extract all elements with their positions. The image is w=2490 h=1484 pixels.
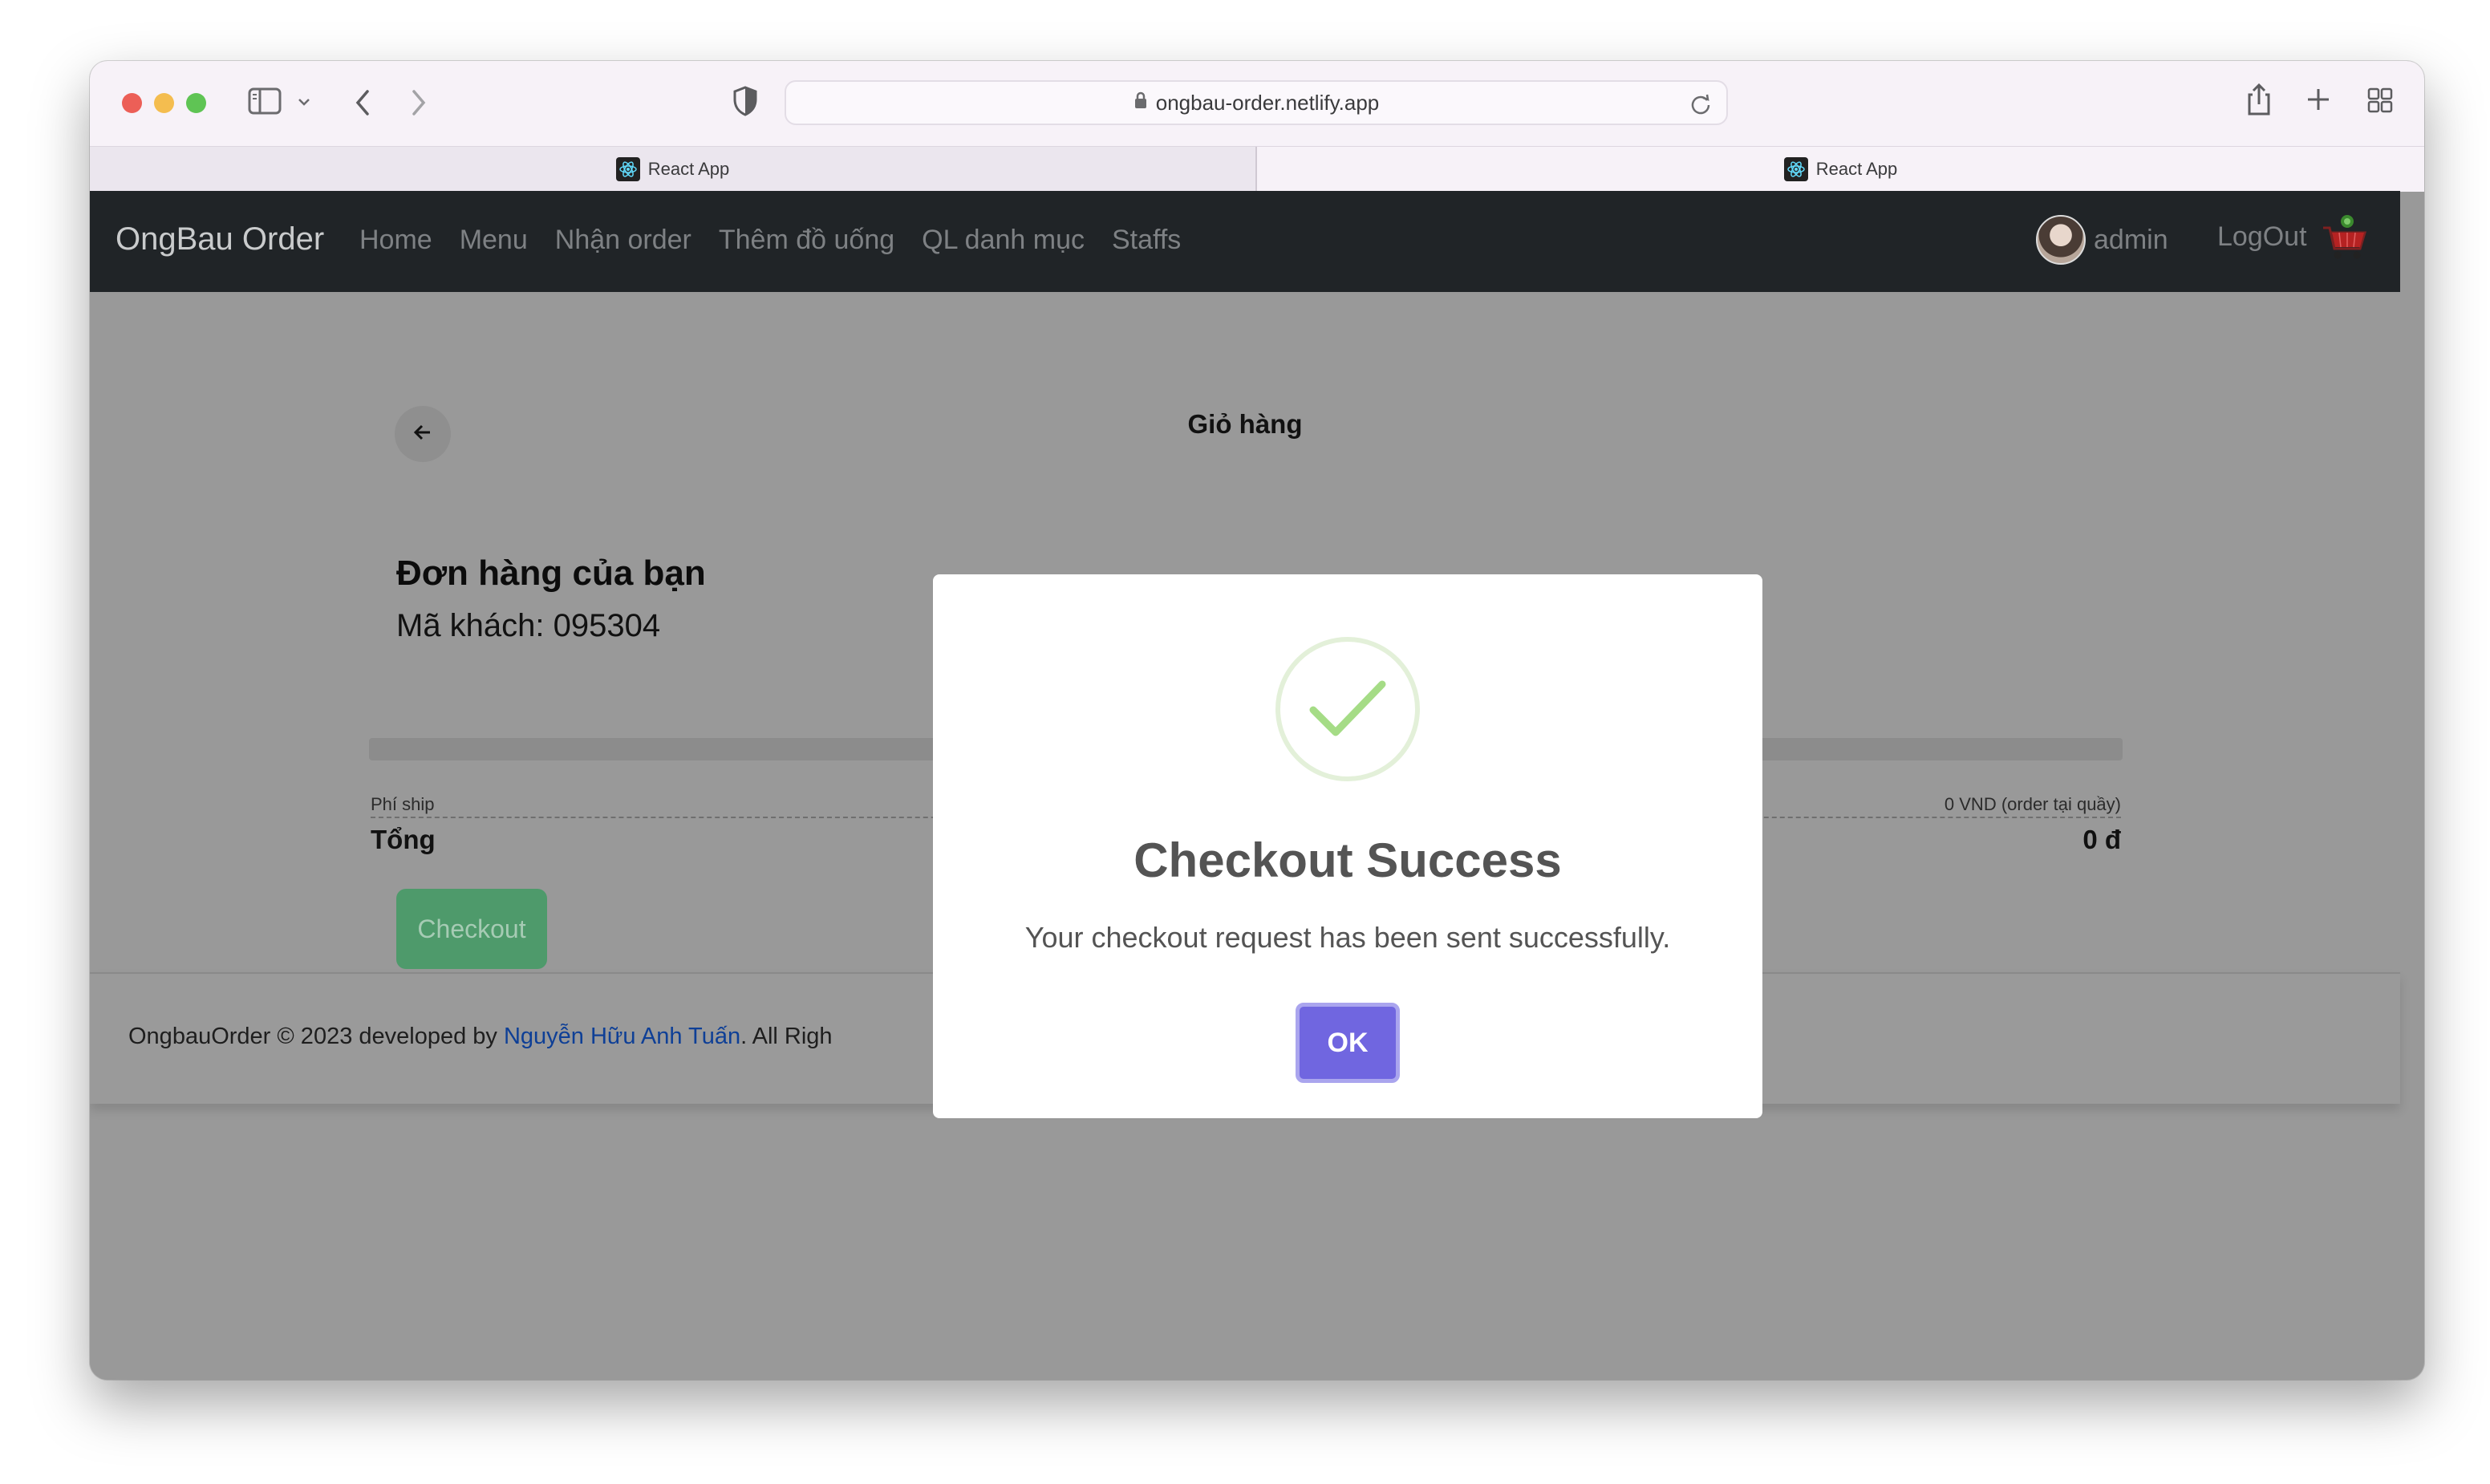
reload-icon[interactable] xyxy=(1689,91,1712,121)
nav-link-add-drink[interactable]: Thêm đồ uống xyxy=(719,225,894,256)
avatar xyxy=(2036,215,2086,265)
browser-window: ongbau-order.netlify.app React App React… xyxy=(90,61,2424,1380)
shipping-fee-value: 0 VND (order tại quầy) xyxy=(1944,794,2121,814)
shipping-fee-label: Phí ship xyxy=(371,794,435,814)
nav-link-menu[interactable]: Menu xyxy=(460,225,528,256)
checkout-button[interactable]: Checkout xyxy=(396,889,547,969)
tab-label: React App xyxy=(1815,159,1898,179)
react-logo-icon xyxy=(1783,157,1808,181)
tab-bar: React App React App xyxy=(90,146,2424,192)
logout-link[interactable]: LogOut xyxy=(2217,221,2307,253)
cart-title: Giỏ hàng xyxy=(1187,409,1303,439)
sidebar-toggle-icon[interactable] xyxy=(247,87,282,116)
total-label: Tổng xyxy=(371,825,436,854)
order-title: Đơn hàng của bạn xyxy=(396,553,706,593)
footer-text: OngbauOrder © 2023 developed by Nguyễn H… xyxy=(128,1024,833,1050)
username: admin xyxy=(2094,224,2168,255)
app-navbar: OngBau Order Home Menu Nhận order Thêm đ… xyxy=(90,191,2400,292)
user-menu[interactable]: admin xyxy=(2036,215,2168,265)
back-navigation-icon[interactable] xyxy=(351,87,374,119)
nav-links: Home Menu Nhận order Thêm đồ uống QL dan… xyxy=(359,225,1181,256)
minimize-window-button[interactable] xyxy=(154,93,174,113)
tab-react-app-1[interactable]: React App xyxy=(90,147,1257,192)
address-bar[interactable]: ongbau-order.netlify.app xyxy=(785,80,1728,125)
brand-link[interactable]: OngBau Order xyxy=(116,221,324,257)
privacy-shield-icon[interactable] xyxy=(732,85,759,117)
chevron-down-icon[interactable] xyxy=(297,96,311,107)
close-window-button[interactable] xyxy=(122,93,142,113)
footer-prefix: OngbauOrder © 2023 developed by xyxy=(128,1024,504,1049)
tab-label: React App xyxy=(647,159,730,179)
url-text: ongbau-order.netlify.app xyxy=(1155,90,1380,115)
nav-link-receive-order[interactable]: Nhận order xyxy=(555,225,691,256)
tab-overview-icon[interactable] xyxy=(2366,87,2394,114)
ok-button[interactable]: OK xyxy=(1296,1003,1400,1083)
dialog-title: Checkout Success xyxy=(1133,833,1562,887)
footer-suffix: . All Righ xyxy=(740,1024,833,1049)
nav-link-staffs[interactable]: Staffs xyxy=(1112,225,1181,256)
zoom-window-button[interactable] xyxy=(186,93,206,113)
customer-code: Mã khách: 095304 xyxy=(396,608,661,643)
nav-link-home[interactable]: Home xyxy=(359,225,432,256)
dialog-message: Your checkout request has been sent succ… xyxy=(1024,921,1671,954)
new-tab-plus-icon[interactable] xyxy=(2305,87,2331,112)
shopping-cart-icon[interactable] xyxy=(2320,213,2368,267)
lock-icon xyxy=(1133,91,1148,116)
total-value: 0 đ xyxy=(2082,825,2121,854)
tab-react-app-2[interactable]: React App xyxy=(1257,147,2424,192)
success-check-icon xyxy=(1275,637,1420,781)
author-link[interactable]: Nguyễn Hữu Anh Tuấn xyxy=(504,1024,740,1049)
react-logo-icon xyxy=(615,157,640,181)
browser-toolbar: ongbau-order.netlify.app xyxy=(90,61,2424,146)
share-icon[interactable] xyxy=(2245,82,2273,117)
nav-link-manage-categories[interactable]: QL danh mục xyxy=(922,225,1085,256)
forward-navigation-icon[interactable] xyxy=(408,87,430,119)
checkout-success-dialog: Checkout Success Your checkout request h… xyxy=(933,574,1762,1118)
